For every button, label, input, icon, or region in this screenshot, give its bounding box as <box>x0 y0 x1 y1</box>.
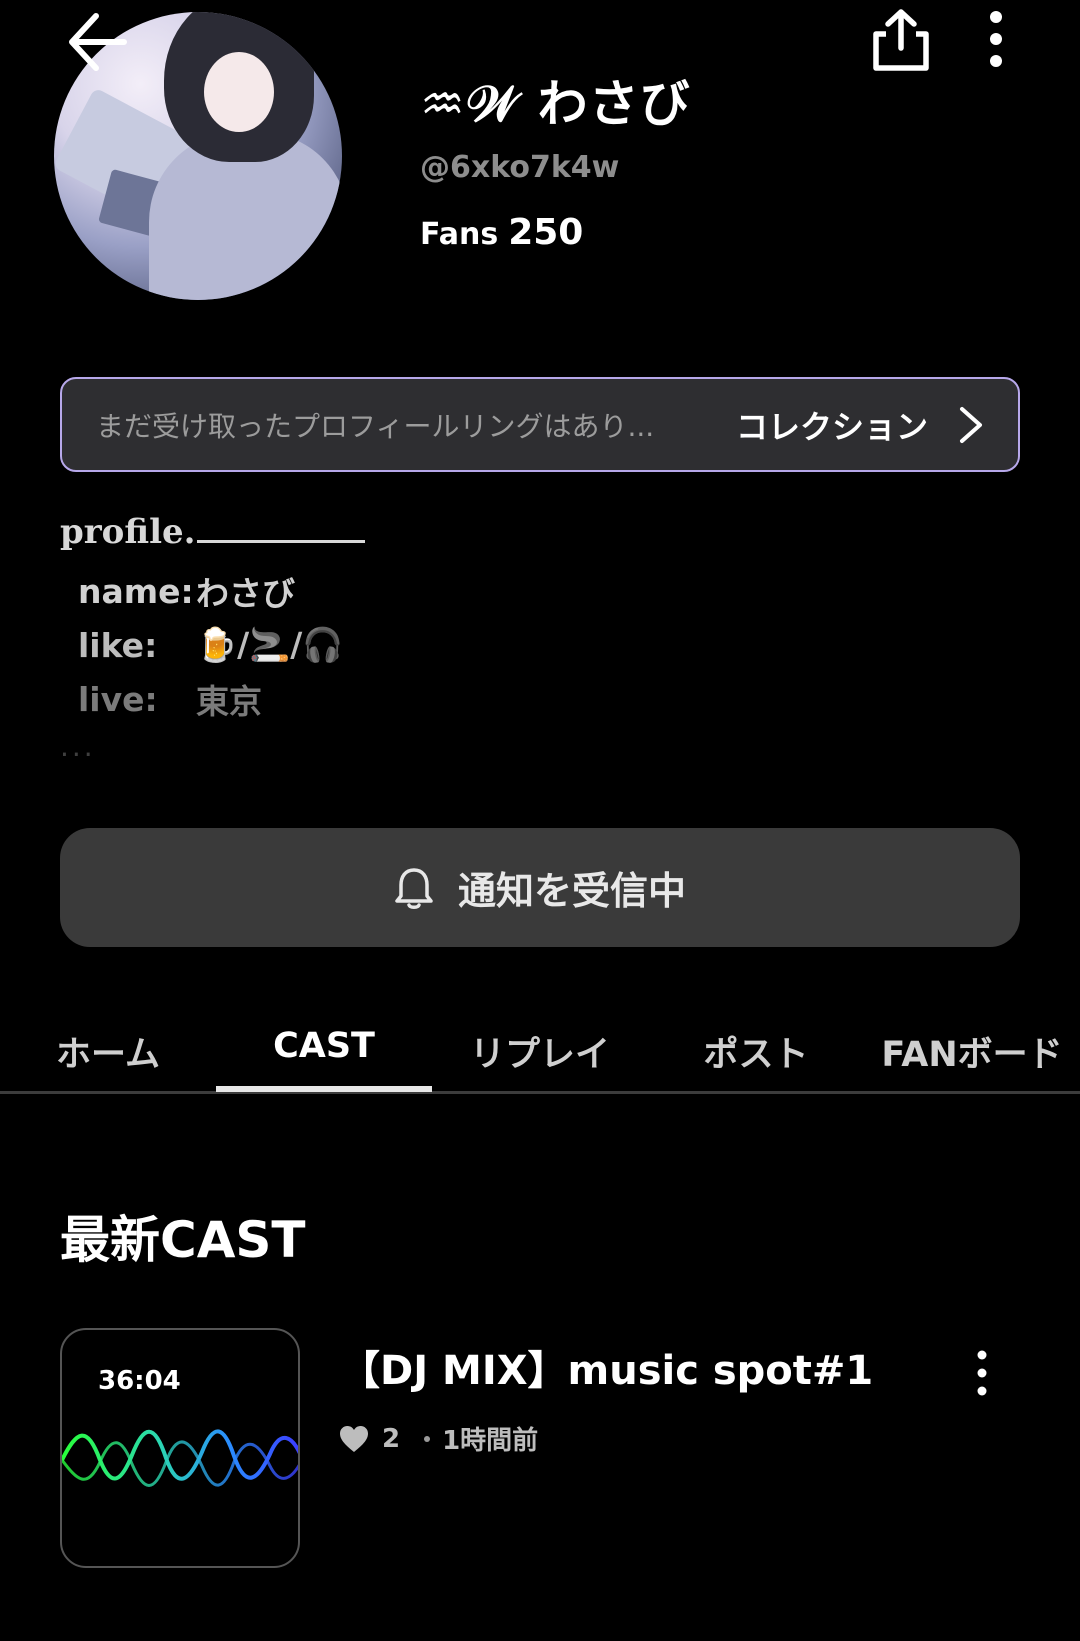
bell-icon <box>395 867 433 909</box>
fans-label: Fans <box>420 217 499 252</box>
more-options-button[interactable] <box>972 8 1020 70</box>
meta-separator-dot <box>424 1435 431 1442</box>
share-icon <box>873 9 929 71</box>
bio-key: name: <box>78 571 194 611</box>
fans-count[interactable]: Fans 250 <box>420 212 583 253</box>
tab-home[interactable]: ホーム <box>0 1010 216 1094</box>
cast-like-count: 2 <box>382 1423 401 1454</box>
bio-row-like: like: 🍺/🚬/🎧 <box>78 618 365 672</box>
cast-time-ago: 1時間前 <box>442 1426 539 1456</box>
tab-cast[interactable]: CAST <box>216 1010 432 1094</box>
section-title-latest-cast: 最新CAST <box>60 1211 306 1269</box>
bio-expand-ellipsis[interactable]: ... <box>60 730 365 763</box>
back-button[interactable] <box>62 6 132 76</box>
bio-key: live: <box>78 679 158 719</box>
tab-post[interactable]: ポスト <box>648 1010 864 1094</box>
cast-meta: 2 1時間前 <box>338 1420 538 1457</box>
tab-fan-board[interactable]: FANボード <box>864 1010 1080 1094</box>
profile-ring-collection-bar[interactable]: まだ受け取ったプロフィールリングはあり... コレクション <box>60 377 1020 472</box>
bio-row-live: live: 東京 <box>78 672 365 726</box>
avatar-face-shape <box>204 52 274 132</box>
cast-more-vertical-icon[interactable] <box>962 1348 1002 1398</box>
profile-tabs: ホーム CAST リプレイ ポスト FANボード <box>0 1010 1080 1094</box>
profile-ring-status-text: まだ受け取ったプロフィールリングはあり... <box>96 409 655 443</box>
bio-value: 🍺/🚬/🎧 <box>196 625 344 664</box>
bio-row-name: name: わさび <box>78 564 365 618</box>
display-name: ♒𝒲 わさび <box>420 75 691 133</box>
cast-title[interactable]: 【DJ MIX】music spot#1 <box>340 1338 873 1396</box>
bio-value: 東京 <box>196 682 262 721</box>
active-tab-indicator <box>216 1086 432 1092</box>
bio-title-underline <box>197 540 366 543</box>
heart-icon[interactable] <box>338 1424 370 1454</box>
user-handle: @6xko7k4w <box>420 150 620 185</box>
bio-title-text: profile. <box>60 512 196 552</box>
tab-replay[interactable]: リプレイ <box>432 1010 648 1094</box>
collection-link[interactable]: コレクション <box>736 402 928 448</box>
chevron-right-icon <box>960 406 982 443</box>
cast-list-item[interactable]: 36:04 【DJ MIX】music spot#1 2 1時間前 <box>60 1328 1020 1570</box>
back-arrow-icon <box>69 13 127 71</box>
bio-value: わさび <box>196 574 295 613</box>
bio-title: profile. <box>60 512 366 552</box>
share-button[interactable] <box>866 6 936 76</box>
notification-button-label: 通知を受信中 <box>457 869 686 913</box>
cast-duration: 36:04 <box>98 1366 181 1396</box>
cast-thumbnail[interactable]: 36:04 <box>60 1328 300 1568</box>
notification-subscribe-button[interactable]: 通知を受信中 <box>60 828 1020 947</box>
more-vertical-icon <box>990 11 1002 67</box>
fans-number: 250 <box>508 212 584 253</box>
profile-bio: profile. name: わさび like: 🍺/🚬/🎧 live: 東京 ... <box>60 512 366 763</box>
bio-key: like: <box>78 625 158 665</box>
